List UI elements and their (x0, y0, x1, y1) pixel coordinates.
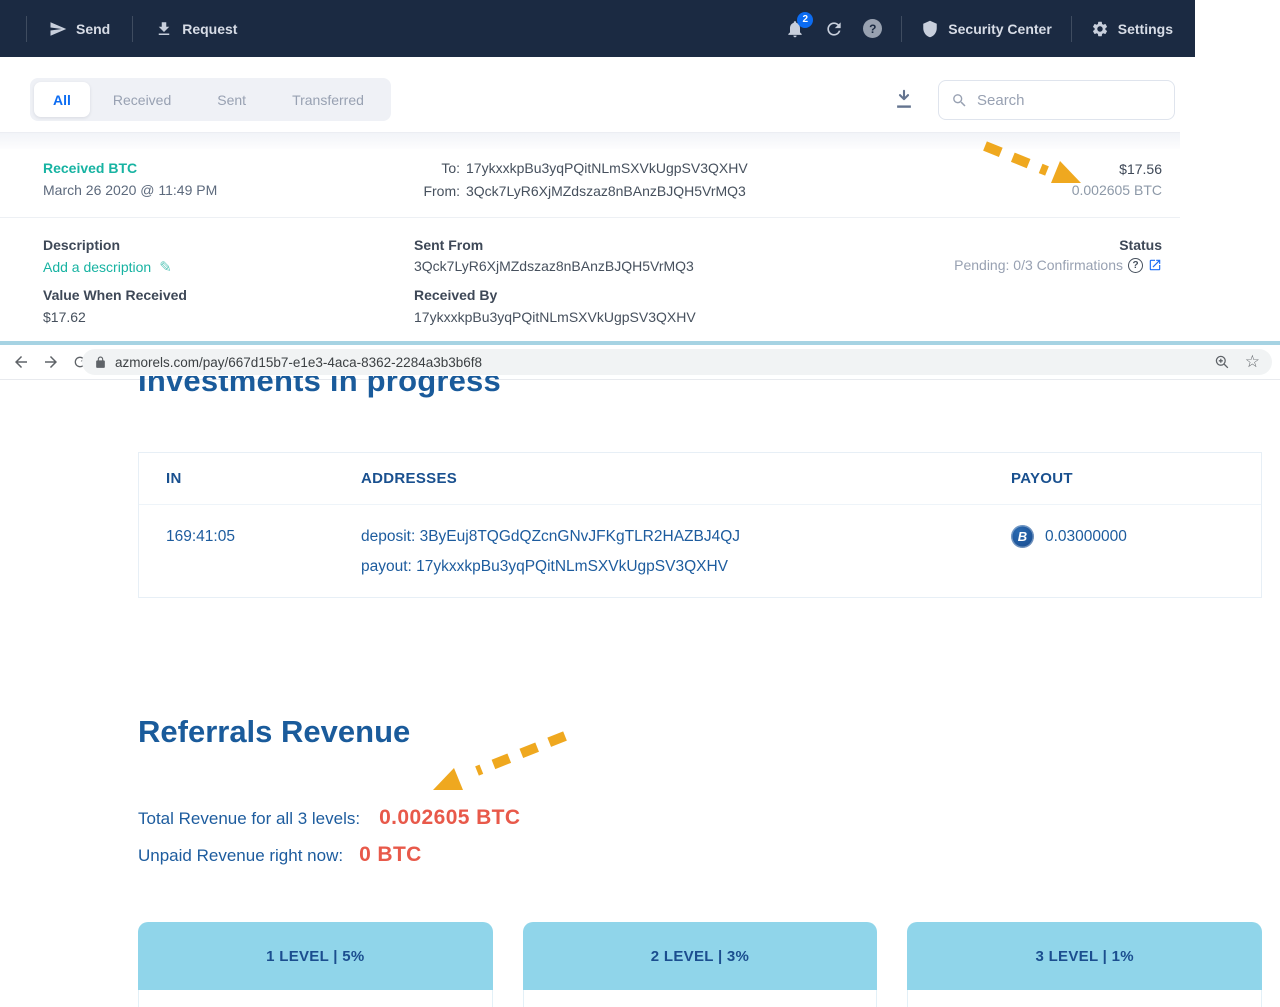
investments-heading-clipped: Investments in progress (138, 376, 738, 398)
transaction-date: March 26 2020 @ 11:49 PM (43, 182, 218, 198)
value-when-received-label: Value When Received (43, 287, 187, 303)
level-2-header: 2 LEVEL | 3% (522, 922, 878, 990)
screenshot-root: Send Request 2 ? Security Center Setting… (0, 0, 1280, 1007)
payout-amount: 0.03000000 (1045, 528, 1127, 545)
total-revenue-value: 0.002605 BTC (379, 806, 521, 829)
settings-label: Settings (1117, 20, 1173, 37)
shield-icon (923, 20, 938, 37)
divider (132, 15, 134, 42)
download-icon (158, 21, 170, 35)
from-label: From: (423, 183, 460, 199)
sent-from-address: 3Qck7LyR6XjMZdszaz8nBAnzBJQH5VrMQ3 (414, 258, 694, 274)
to-label: To: (441, 160, 460, 176)
status-label: Status (1119, 237, 1162, 253)
payout-address-line: payout: 17ykxxkpBu3yqPQitNLmSXVkUgpSV3QX… (361, 558, 729, 575)
security-center-button[interactable]: Security Center (921, 20, 1052, 38)
gear-icon (1092, 21, 1107, 36)
search-box (938, 80, 1175, 120)
list-header-band (0, 132, 1180, 149)
unpaid-revenue-row: Unpaid Revenue right now: 0 BTC (138, 843, 422, 867)
status-value-row: Pending: 0/3 Confirmations ? (954, 257, 1162, 273)
request-button[interactable]: Request (155, 20, 237, 38)
level-card-3: 3 LEVEL | 1% (907, 922, 1262, 1007)
transaction-addresses: To: 17ykxxkpBu3yqPQitNLmSXVkUgpSV3QXHV F… (414, 160, 748, 199)
request-label: Request (182, 20, 238, 37)
total-revenue-row: Total Revenue for all 3 levels: 0.002605… (138, 806, 520, 830)
col-header-addresses: ADDRESSES (361, 470, 458, 487)
divider (1070, 15, 1072, 42)
transaction-type[interactable]: Received BTC (43, 160, 137, 178)
unpaid-revenue-label: Unpaid Revenue right now: (138, 846, 344, 865)
search-icon (953, 93, 966, 107)
send-icon (50, 21, 67, 36)
notifications-button[interactable]: 2 (785, 11, 814, 39)
from-address: 3Qck7LyR6XjMZdszaz8nBAnzBJQH5VrMQ3 (466, 183, 746, 199)
divider (901, 15, 903, 42)
tab-sent[interactable]: Sent (194, 82, 269, 117)
question-circle-icon[interactable]: ? (1128, 257, 1143, 273)
help-icon[interactable]: ? (863, 19, 883, 38)
send-label: Send (76, 20, 111, 37)
forward-icon[interactable] (42, 353, 60, 371)
tab-received[interactable]: Received (90, 82, 194, 117)
received-by-label: Received By (414, 287, 498, 303)
cell-payout: B 0.03000000 (1011, 522, 1261, 582)
referral-levels: 1 LEVEL | 5% 2 LEVEL | 3% 3 LEVEL | 1% (138, 922, 1262, 1007)
pencil-icon: ✎ (159, 258, 172, 276)
annotation-arrow-revenue (433, 731, 567, 790)
total-revenue-label: Total Revenue for all 3 levels: (138, 809, 361, 828)
level-card-2: 2 LEVEL | 3% (522, 922, 878, 1007)
table-row: 169:41:05 deposit: 3ByEuj8TQGdQZcnGNvJFK… (139, 505, 1261, 582)
url-text: azmorels.com/pay/667d15b7-e1e3-4aca-8362… (115, 354, 483, 370)
level-1-body (138, 990, 493, 1007)
wallet-navbar: Send Request 2 ? Security Center Setting… (0, 0, 1195, 57)
level-1-header: 1 LEVEL | 5% (138, 922, 493, 990)
level-3-header: 3 LEVEL | 1% (907, 922, 1262, 990)
table-header-row: IN ADDRESSES PAYOUT (139, 453, 1261, 505)
col-header-in: IN (166, 470, 182, 487)
notification-badge: 2 (797, 11, 814, 28)
lock-icon (96, 356, 105, 368)
bitcoin-icon: B (1011, 525, 1034, 548)
level-card-1: 1 LEVEL | 5% (138, 922, 493, 1007)
investments-table: IN ADDRESSES PAYOUT 169:41:05 deposit: 3… (138, 452, 1262, 598)
description-label: Description (43, 237, 121, 253)
tab-all[interactable]: All (34, 82, 90, 117)
cell-addresses: deposit: 3ByEuj8TQGdQZcnGNvJFKgTLR2HAZBJ… (361, 522, 1011, 582)
value-when-received: $17.62 (43, 309, 86, 325)
transaction-filter-tabs: All Received Sent Transferred (30, 78, 391, 121)
divider (0, 217, 1180, 218)
address-bar[interactable]: azmorels.com/pay/667d15b7-e1e3-4aca-8362… (82, 349, 1272, 375)
level-2-body (522, 990, 878, 1007)
search-input[interactable] (977, 91, 1162, 109)
cell-timer: 169:41:05 (166, 528, 235, 545)
referrals-heading: Referrals Revenue (138, 714, 411, 749)
divider (26, 15, 27, 42)
status-value: Pending: 0/3 Confirmations (954, 257, 1123, 273)
fiat-amount: $17.56 (1119, 161, 1162, 177)
sent-from-label: Sent From (414, 237, 484, 253)
received-by-address: 17ykxxkpBu3yqPQitNLmSXVkUgpSV3QXHV (414, 309, 696, 325)
level-3-body (907, 990, 1262, 1007)
unpaid-revenue-value: 0 BTC (359, 843, 422, 866)
investments-heading: Investments in progress (138, 376, 501, 398)
export-download-button[interactable] (893, 87, 915, 111)
to-address: 17ykxxkpBu3yqPQitNLmSXVkUgpSV3QXHV (466, 160, 748, 176)
zoom-icon[interactable] (1214, 354, 1230, 370)
refresh-icon[interactable] (824, 19, 844, 39)
deposit-address-line: deposit: 3ByEuj8TQGdQZcnGNvJFKgTLR2HAZBJ… (361, 528, 741, 545)
add-description-button[interactable]: Add a description ✎ (43, 258, 172, 277)
settings-button[interactable]: Settings (1091, 20, 1173, 38)
external-link-icon[interactable] (1148, 258, 1162, 272)
send-button[interactable]: Send (49, 20, 110, 38)
browser-toolbar: azmorels.com/pay/667d15b7-e1e3-4aca-8362… (0, 345, 1280, 380)
btc-amount: 0.002605 BTC (1071, 182, 1162, 198)
security-center-label: Security Center (948, 20, 1052, 37)
bookmark-star-icon[interactable]: ☆ (1245, 353, 1260, 371)
col-header-payout: PAYOUT (1011, 470, 1073, 487)
back-icon[interactable] (12, 353, 30, 371)
tab-transferred[interactable]: Transferred (269, 82, 387, 117)
